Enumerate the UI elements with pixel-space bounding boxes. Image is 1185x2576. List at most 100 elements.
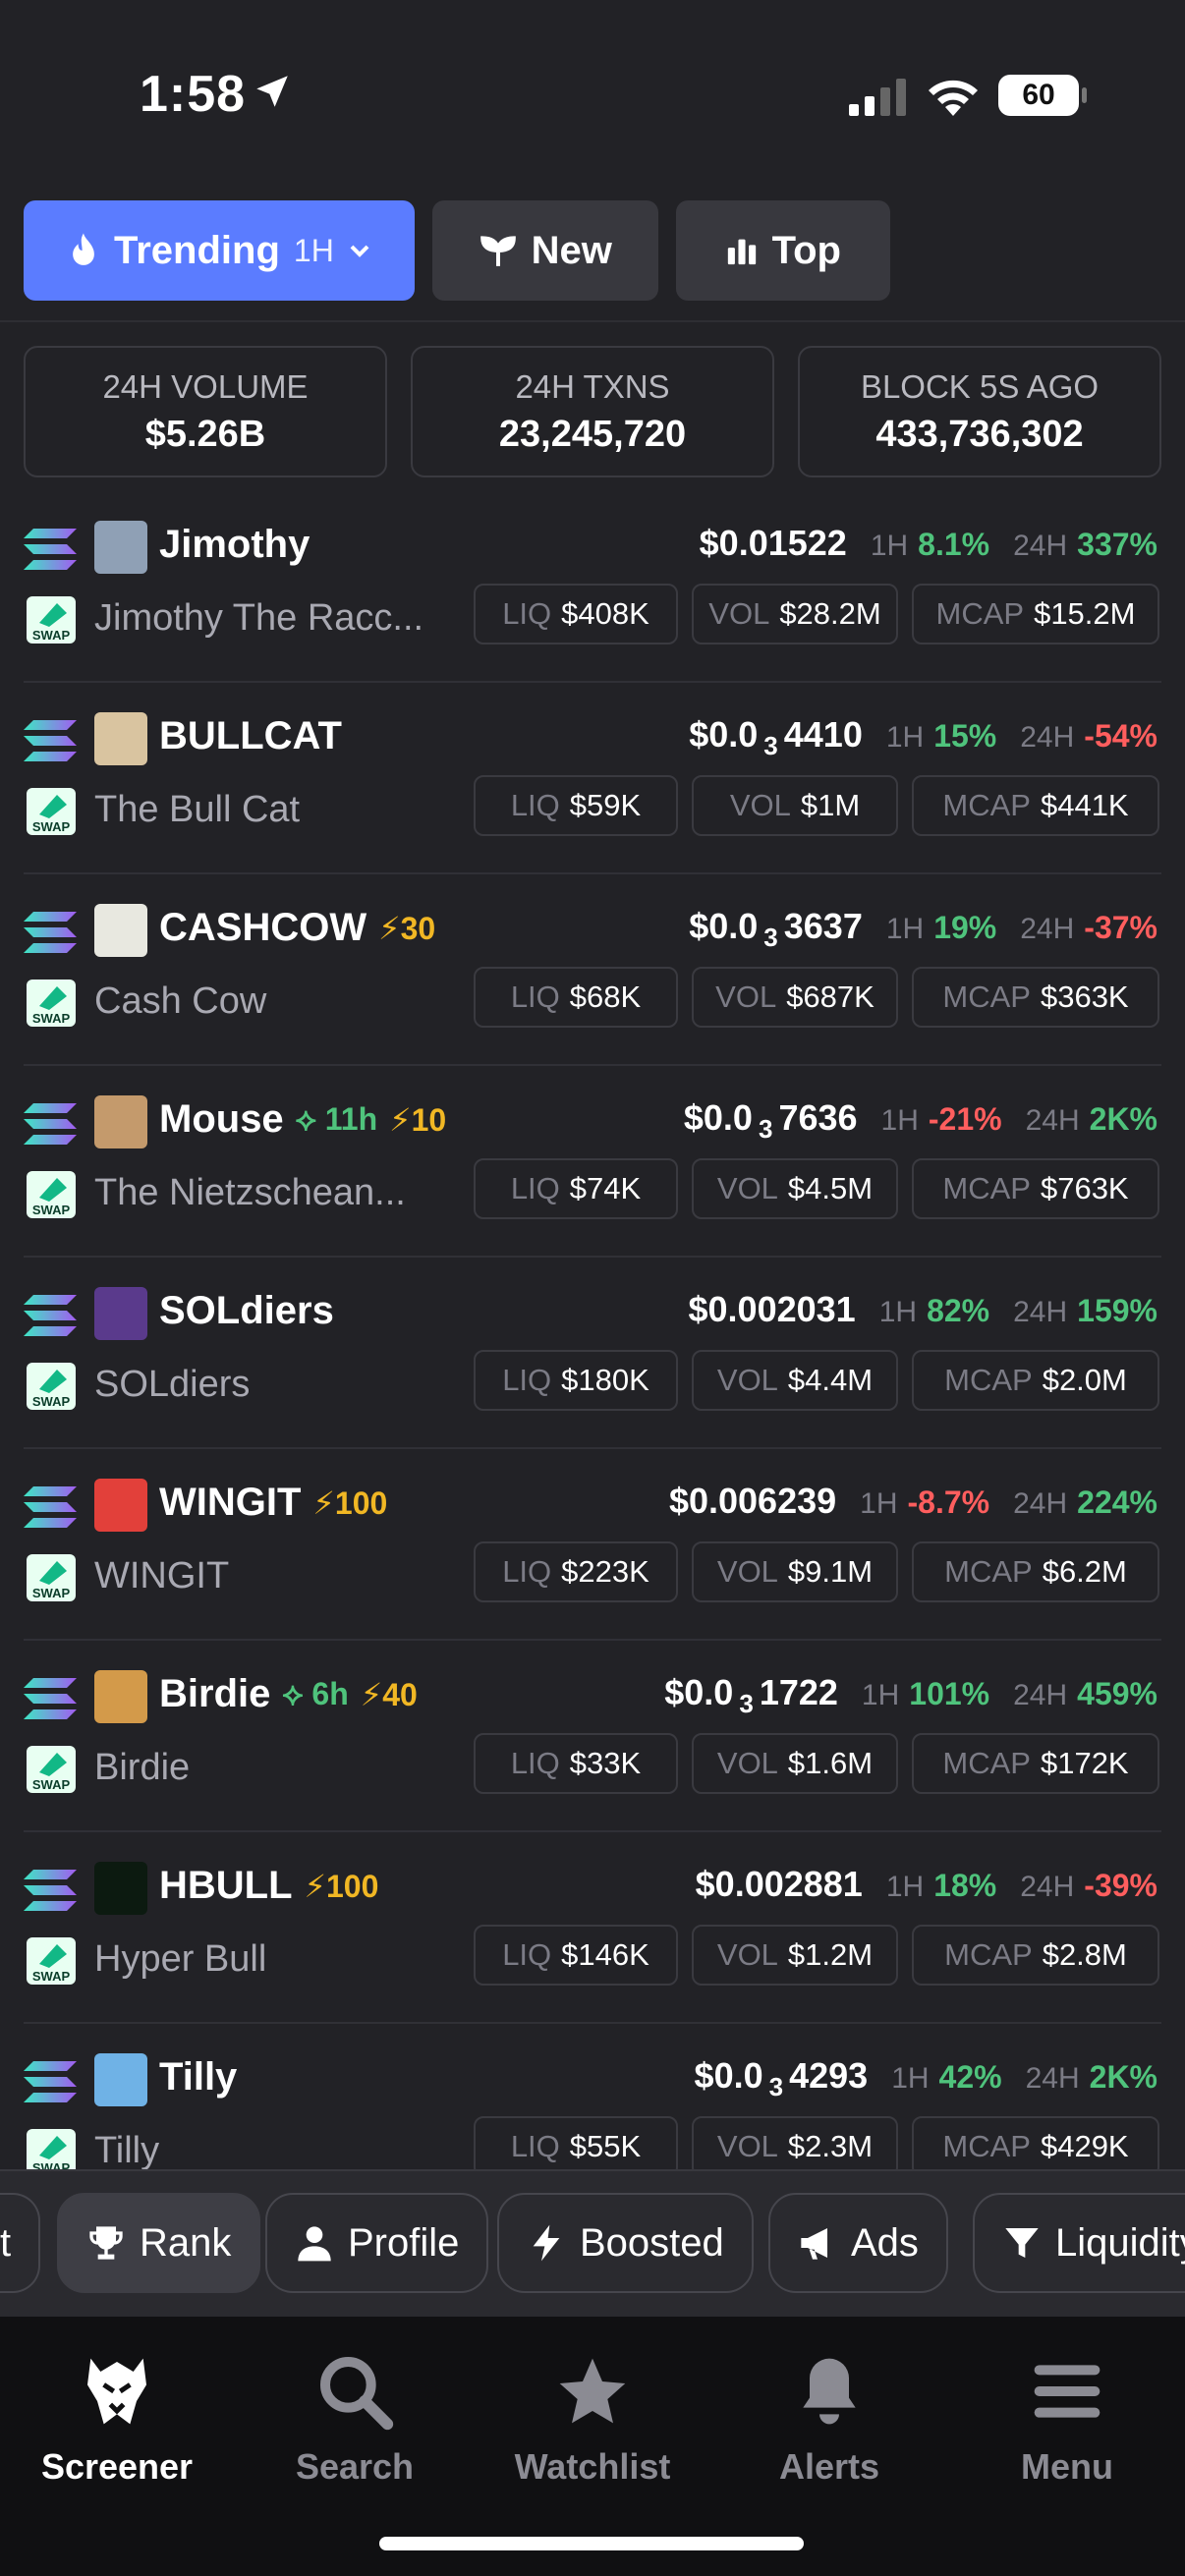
nav-label: Screener	[40, 2446, 194, 2487]
bolt-icon	[533, 2224, 560, 2262]
marketcap-chip: MCAP $6.2M	[912, 1541, 1159, 1602]
nav-search[interactable]: Search	[237, 2352, 473, 2488]
filter-bar: t Rank Profile Boosted Ads Liquidity	[0, 2169, 1185, 2317]
home-indicator	[379, 2537, 804, 2550]
change-1h: 15%	[933, 718, 997, 754]
token-symbol-row: SOLdiers	[159, 1289, 334, 1333]
token-name: Jimothy The Racc...	[94, 597, 424, 639]
list-mode-tabs: Trending 1H New Top	[24, 200, 890, 303]
metric-chips: LIQ $180K VOL $4.4M MCAP $2.0M	[474, 1350, 1159, 1411]
volume-value: $687K	[786, 980, 875, 1014]
marketcap-value: $363K	[1040, 980, 1129, 1014]
wifi-icon	[929, 80, 978, 116]
token-name: The Nietzschean...	[94, 1172, 406, 1213]
swap-dex-icon: SWAP	[27, 596, 76, 644]
price-change-group: $0.002881 1H 18% 24H -39%	[696, 1864, 1157, 1905]
marketcap-value: $2.0M	[1042, 1363, 1127, 1397]
marketcap-value: $441K	[1040, 788, 1129, 822]
chip-label: LIQ	[510, 980, 560, 1014]
token-name: Cash Cow	[94, 980, 267, 1022]
change-1h-label: 1H	[885, 913, 925, 945]
change-24h: 2K%	[1089, 2059, 1157, 2095]
filter-chip-label: Rank	[140, 2220, 232, 2265]
megaphone-icon	[801, 2228, 827, 2260]
token-symbol: WINGIT	[159, 1481, 302, 1524]
nav-menu[interactable]: Menu	[949, 2352, 1185, 2488]
change-1h-label: 1H	[880, 1104, 919, 1137]
filter-chip-label: Boosted	[580, 2220, 724, 2265]
change-24h-label: 24H	[1025, 2062, 1080, 2095]
boost-value: 40	[382, 1676, 418, 1712]
chip-label: LIQ	[510, 1171, 560, 1205]
tab-trending[interactable]: Trending 1H	[24, 200, 415, 301]
metric-chips: LIQ $408K VOL $28.2M MCAP $15.2M	[474, 584, 1159, 644]
token-price: $0.01522	[700, 523, 847, 564]
tab-new-label: New	[531, 228, 612, 272]
nav-watchlist[interactable]: Watchlist	[475, 2352, 710, 2488]
token-row[interactable]: SWAP SOLdiers SOLdiers $0.002031 1H 82% 24H 159…	[24, 1258, 1161, 1449]
filter-icon	[1005, 2228, 1039, 2258]
stat-volume: 24H VOLUME $5.26B	[24, 346, 387, 477]
token-row[interactable]: SWAP Mouse ⟡ 11h ⚡10 The Nietzschean... $0.0 3…	[24, 1066, 1161, 1258]
chip-label: VOL	[716, 1937, 778, 1972]
change-1h: 19%	[933, 910, 997, 945]
change-24h-label: 24H	[1025, 1104, 1080, 1137]
chip-label: LIQ	[502, 596, 552, 631]
change-1h: 101%	[909, 1676, 990, 1711]
token-row[interactable]: SWAP Jimothy Jimothy The Racc... $0.01522 1H…	[24, 491, 1161, 683]
token-age-value: 11h	[324, 1100, 378, 1137]
chip-label: LIQ	[510, 788, 560, 822]
volume-chip: VOL $1.2M	[692, 1925, 898, 1986]
marketcap-value: $2.8M	[1042, 1937, 1127, 1972]
token-row[interactable]: SWAP WINGIT ⚡100 WINGIT $0.006239 1H -8.7% 24H 2…	[24, 1449, 1161, 1641]
tab-new[interactable]: New	[431, 200, 658, 301]
svg-text:SWAP: SWAP	[32, 1586, 71, 1600]
tab-top[interactable]: Top	[675, 200, 890, 301]
filter-ads[interactable]: Ads	[768, 2193, 948, 2293]
marketcap-value: $763K	[1040, 1171, 1129, 1205]
stat-label: BLOCK 5S AGO	[860, 367, 1100, 405]
filter-chip-partial[interactable]: t	[0, 2193, 41, 2293]
token-row[interactable]: SWAP Birdie ⟡ 6h ⚡40 Birdie $0.0 3 1722 1H 101% 24…	[24, 1641, 1161, 1832]
liquidity-value: $33K	[569, 1746, 642, 1780]
filter-rank[interactable]: Rank	[57, 2193, 261, 2293]
token-row[interactable]: SWAP HBULL ⚡100 Hyper Bull $0.002881 1H 18% 24H…	[24, 1832, 1161, 2024]
volume-chip: VOL $4.5M	[692, 1158, 898, 1219]
token-avatar	[94, 904, 147, 957]
filter-profile[interactable]: Profile	[265, 2193, 489, 2293]
token-row[interactable]: SWAP CASHCOW ⚡30 Cash Cow $0.0 3 3637 1H 19% 24H -…	[24, 874, 1161, 1066]
chip-label: VOL	[716, 1171, 778, 1205]
token-symbol: SOLdiers	[159, 1289, 334, 1332]
swap-dex-icon: SWAP	[27, 788, 76, 835]
filter-liquidity[interactable]: Liquidity	[973, 2193, 1185, 2293]
change-24h: 159%	[1077, 1293, 1157, 1328]
token-symbol: Mouse	[159, 1097, 284, 1141]
marketcap-value: $6.2M	[1042, 1554, 1127, 1589]
nav-alerts[interactable]: Alerts	[711, 2352, 947, 2488]
swap-dex-icon: SWAP	[27, 1363, 76, 1410]
liquidity-value: $180K	[561, 1363, 649, 1397]
metric-chips: LIQ $55K VOL $2.3M MCAP $429K	[474, 2116, 1159, 2169]
filter-boosted[interactable]: Boosted	[497, 2193, 754, 2293]
token-symbol-row: WINGIT ⚡100	[159, 1481, 387, 1525]
token-name: SOLdiers	[94, 1364, 251, 1405]
metric-chips: LIQ $68K VOL $687K MCAP $363K	[474, 967, 1159, 1028]
token-avatar	[94, 1670, 147, 1723]
volume-chip: VOL $28.2M	[692, 584, 898, 644]
token-row[interactable]: SWAP BULLCAT The Bull Cat $0.0 3 4410 1H 15% 24H…	[24, 683, 1161, 874]
token-list[interactable]: SWAP Jimothy Jimothy The Racc... $0.01522 1H…	[0, 491, 1185, 2169]
stat-value: 23,245,720	[498, 413, 687, 455]
swap-dex-icon: SWAP	[27, 1554, 76, 1601]
boost-badge: ⚡40	[360, 1676, 418, 1712]
token-symbol: Jimothy	[159, 523, 310, 566]
screener-app: 1:58 60 Trending 1H New Top 24H VOLUME $5…	[0, 0, 1185, 2576]
volume-value: $2.3M	[787, 2129, 874, 2163]
status-bar: 1:58 60	[0, 0, 1185, 187]
marketcap-chip: MCAP $172K	[912, 1733, 1159, 1794]
nav-screener[interactable]: Screener	[0, 2352, 235, 2488]
boost-value: 10	[411, 1101, 447, 1138]
token-row[interactable]: SWAP Tilly Tilly $0.0 3 4293 1H 42% 24H 2K% LIQ $55…	[24, 2024, 1161, 2169]
marketcap-chip: MCAP $429K	[912, 2116, 1159, 2169]
token-age: ⟡ 6h	[282, 1675, 349, 1711]
liquidity-chip: LIQ $408K	[474, 584, 678, 644]
